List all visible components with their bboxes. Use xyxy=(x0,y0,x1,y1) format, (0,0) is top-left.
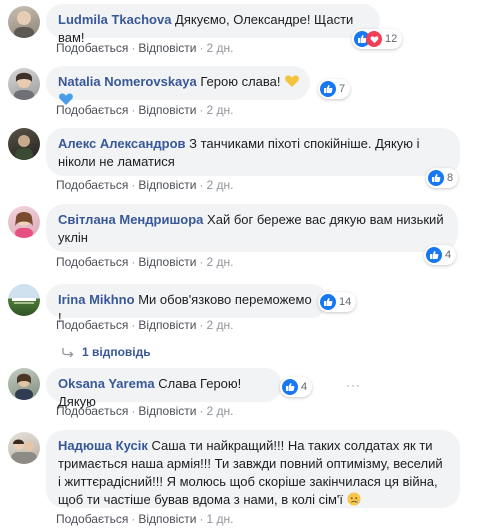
reaction-count-label: 7 xyxy=(339,83,346,95)
avatar[interactable] xyxy=(8,284,40,316)
comment-author[interactable]: Надюша Кусік xyxy=(58,438,148,453)
like-link[interactable]: Подобається xyxy=(56,103,128,117)
timestamp[interactable]: 2 дн. xyxy=(206,404,233,418)
comment-bubble: Світлана Мендришора Хай бог береже вас д… xyxy=(46,204,458,252)
more-options-icon[interactable]: ··· xyxy=(346,378,361,392)
timestamp[interactable]: 2 дн. xyxy=(206,178,233,192)
like-icon xyxy=(320,294,336,310)
avatar[interactable] xyxy=(8,432,40,464)
like-icon xyxy=(426,247,442,263)
comment-text: Герою слава! xyxy=(200,74,281,89)
comment-author[interactable]: Irina Mikhno xyxy=(58,292,135,307)
reaction-count[interactable]: 4 xyxy=(280,377,313,397)
comment-bubble: Алекс Александров З танчиками піхоті спо… xyxy=(46,128,460,176)
comment-actions: Подобається · Відповісти · 1 дн. xyxy=(56,512,234,526)
like-link[interactable]: Подобається xyxy=(56,404,128,418)
like-icon xyxy=(428,170,444,186)
heart-icon xyxy=(366,31,382,47)
sad-face-icon xyxy=(347,492,361,506)
yellow-heart-icon xyxy=(285,75,300,87)
avatar[interactable] xyxy=(8,68,40,100)
comment-author[interactable]: Алекс Александров xyxy=(58,136,186,151)
reaction-count-label: 14 xyxy=(339,296,352,308)
like-link[interactable]: Подобається xyxy=(56,512,128,526)
reply-link[interactable]: Відповісти xyxy=(138,41,196,55)
reply-link[interactable]: Відповісти xyxy=(138,255,196,269)
like-link[interactable]: Подобається xyxy=(56,318,128,332)
like-icon xyxy=(320,81,336,97)
reaction-count-label: 8 xyxy=(447,172,454,184)
comment-bubble: Надюша Кусік Саша ти найкращий!!! На так… xyxy=(46,430,460,508)
comment-author[interactable]: Ludmila Tkachova xyxy=(58,12,171,27)
reaction-count[interactable]: 7 xyxy=(318,79,351,99)
reply-link[interactable]: Відповісти xyxy=(138,318,196,332)
reply-link[interactable]: Відповісти xyxy=(138,404,196,418)
avatar[interactable] xyxy=(8,368,40,400)
like-link[interactable]: Подобається xyxy=(56,255,128,269)
comment-actions: Подобається · Відповісти · 2 дн. xyxy=(56,318,234,332)
like-link[interactable]: Подобається xyxy=(56,41,128,55)
comment-bubble: Irina Mikhno Ми обов'язково переможемо ! xyxy=(46,284,328,325)
comment-actions: Подобається · Відповісти · 2 дн. xyxy=(56,178,234,192)
reply-link[interactable]: Відповісти xyxy=(138,512,196,526)
comment-actions: Подобається · Відповісти · 2 дн. xyxy=(56,404,234,418)
like-link[interactable]: Подобається xyxy=(56,178,128,192)
reaction-count-label: 12 xyxy=(385,33,398,45)
timestamp[interactable]: 2 дн. xyxy=(206,103,233,117)
reaction-count[interactable]: 8 xyxy=(426,168,459,188)
comment-bubble: Oksana Yarema Слава Герою!Дякую xyxy=(46,368,282,409)
comment-actions: Подобається · Відповісти · 2 дн. xyxy=(56,255,234,269)
timestamp[interactable]: 2 дн. xyxy=(206,255,233,269)
comment-bubble: Ludmila Tkachova Дякуємо, Олександре! Ща… xyxy=(46,4,380,45)
comment-author[interactable]: Oksana Yarema xyxy=(58,376,155,391)
reaction-count[interactable]: 14 xyxy=(318,292,357,312)
avatar[interactable] xyxy=(8,206,40,238)
reply-link[interactable]: Відповісти xyxy=(138,103,196,117)
comment-actions: Подобається · Відповісти · 2 дн. xyxy=(56,103,234,117)
comment-bubble: Natalia Nomerovskaya Герою слава! xyxy=(46,66,310,105)
timestamp[interactable]: 2 дн. xyxy=(206,41,233,55)
view-replies-label[interactable]: 1 відповідь xyxy=(82,345,151,359)
reaction-count[interactable]: 4 xyxy=(424,245,457,265)
like-icon xyxy=(282,379,298,395)
comment-author[interactable]: Natalia Nomerovskaya xyxy=(58,74,197,89)
comment-actions: Подобається · Відповісти · 2 дн. xyxy=(56,41,234,55)
avatar[interactable] xyxy=(8,128,40,160)
reaction-count[interactable]: 12 xyxy=(352,29,403,49)
reaction-count-label: 4 xyxy=(445,249,452,261)
timestamp[interactable]: 2 дн. xyxy=(206,318,233,332)
reply-link[interactable]: Відповісти xyxy=(138,178,196,192)
avatar[interactable] xyxy=(8,6,40,38)
timestamp[interactable]: 1 дн. xyxy=(206,512,233,526)
view-replies-link[interactable]: 1 відповідь xyxy=(62,345,151,359)
reply-arrow-icon xyxy=(62,348,74,358)
reaction-count-label: 4 xyxy=(301,381,308,393)
comment-author[interactable]: Світлана Мендришора xyxy=(58,212,203,227)
